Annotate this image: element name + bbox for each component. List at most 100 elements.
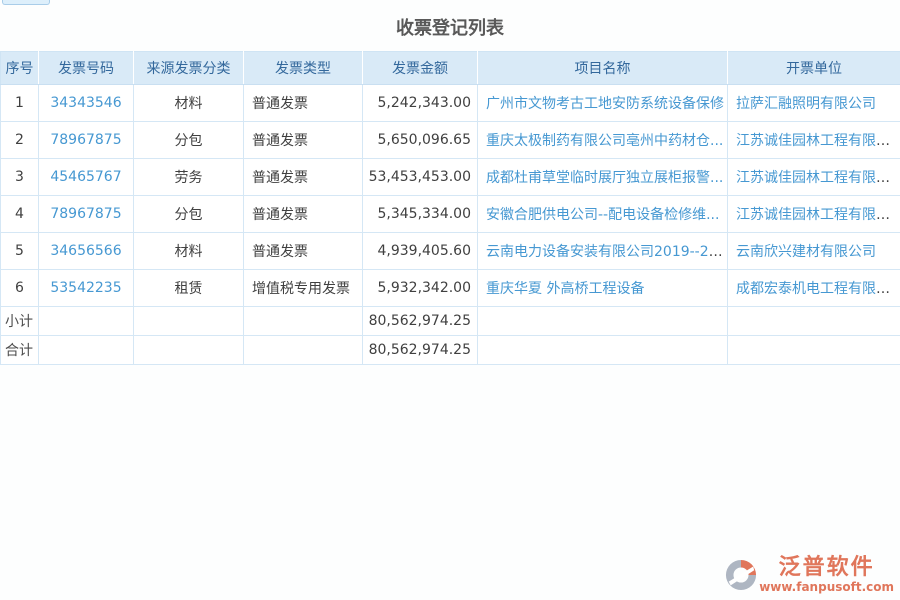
project-name-link[interactable]: 重庆太极制药有限公司亳州中药材仓... (486, 133, 723, 149)
receipt-registration-page: 收票登记列表 序号发票号码来源发票分类发票类型发票金额项目名称开票单位 1343… (0, 0, 900, 600)
cell-source-category: 材料 (134, 233, 244, 270)
cell-source-category: 分包 (134, 196, 244, 233)
cell-invoice-amount: 5,650,096.65 (363, 122, 478, 159)
invoice-number-link[interactable]: 34343546 (50, 95, 121, 111)
invoicing-unit-link[interactable]: 江苏诚佳园林工程有限公司 (736, 133, 900, 149)
cell-source-category: 租赁 (134, 270, 244, 307)
invoice-number-link[interactable]: 78967875 (50, 132, 121, 148)
project-name-link[interactable]: 广州市文物考古工地安防系统设备保修 (486, 96, 724, 112)
table-body: 134343546材料普通发票5,242,343.00广州市文物考古工地安防系统… (1, 85, 900, 365)
cell-invoice-number: 45465767 (39, 159, 134, 196)
subtotal-empty-cell (39, 307, 134, 336)
cell-source-category: 分包 (134, 122, 244, 159)
cell-index: 4 (1, 196, 39, 233)
watermark-text: 泛普软件 www.fanpusoft.com (759, 556, 894, 594)
cell-invoice-number: 34343546 (39, 85, 134, 122)
header-row: 序号发票号码来源发票分类发票类型发票金额项目名称开票单位 (1, 52, 900, 85)
cell-invoice-type: 普通发票 (244, 159, 363, 196)
cell-project-name: 安徽合肥供电公司--配电设备检修维... (478, 196, 728, 233)
cell-invoice-amount: 5,242,343.00 (363, 85, 478, 122)
invoicing-unit-link[interactable]: 成都宏泰机电工程有限公司 (736, 281, 900, 297)
project-name-link[interactable]: 重庆华夏 外高桥工程设备 (486, 281, 644, 297)
cell-invoice-amount: 53,453,453.00 (363, 159, 478, 196)
cell-invoicing-unit: 云南欣兴建材有限公司 (728, 233, 900, 270)
cell-index: 6 (1, 270, 39, 307)
subtotal-amount: 80,562,974.25 (363, 307, 478, 336)
cell-index: 5 (1, 233, 39, 270)
subtotal-empty-cell (478, 307, 728, 336)
fanpu-watermark: 泛普软件 www.fanpusoft.com (725, 556, 894, 594)
total-row: 合计 80,562,974.25 (1, 336, 900, 365)
table-row: 1 34343546 材料普通发票5,242,343.00 广州市文物考古工地安防系统… (1, 85, 900, 122)
cell-project-name: 云南电力设备安装有限公司2019--20... (478, 233, 728, 270)
cell-invoice-type: 普通发票 (244, 196, 363, 233)
col-header-invoice-number: 发票号码 (39, 52, 134, 85)
cell-invoice-type: 增值税专用发票 (244, 270, 363, 307)
invoice-number-link[interactable]: 34656566 (50, 243, 121, 259)
cell-invoice-number: 78967875 (39, 122, 134, 159)
total-empty-cell (244, 336, 363, 365)
cell-invoice-number: 53542235 (39, 270, 134, 307)
table-row: 4 78967875 分包普通发票5,345,334.00 安徽合肥供电公司--配电设… (1, 196, 900, 233)
cell-project-name: 重庆华夏 外高桥工程设备 (478, 270, 728, 307)
total-empty-cell (728, 336, 900, 365)
cell-project-name: 成都杜甫草堂临时展厅独立展柜报警... (478, 159, 728, 196)
cell-index: 1 (1, 85, 39, 122)
subtotal-label: 小计 (1, 307, 39, 336)
cell-invoice-type: 普通发票 (244, 233, 363, 270)
cell-invoicing-unit: 江苏诚佳园林工程有限公司 (728, 159, 900, 196)
page-title: 收票登记列表 (0, 0, 900, 51)
total-amount: 80,562,974.25 (363, 336, 478, 365)
cell-invoice-number: 34656566 (39, 233, 134, 270)
table-row: 3 45465767 劳务普通发票53,453,453.00 成都杜甫草堂临时展厅独立… (1, 159, 900, 196)
watermark-url: www.fanpusoft.com (759, 580, 894, 594)
top-tab-fragment (2, 0, 50, 5)
subtotal-empty-cell (728, 307, 900, 336)
col-header-invoicing-unit: 开票单位 (728, 52, 900, 85)
invoice-number-link[interactable]: 78967875 (50, 206, 121, 222)
invoicing-unit-link[interactable]: 江苏诚佳园林工程有限公司 (736, 170, 900, 186)
total-label: 合计 (1, 336, 39, 365)
col-header-invoice-amount: 发票金额 (363, 52, 478, 85)
table-row: 6 53542235 租赁增值税专用发票5,932,342.00 重庆华夏 外高桥工程… (1, 270, 900, 307)
table-row: 2 78967875 分包普通发票5,650,096.65 重庆太极制药有限公司亳州中… (1, 122, 900, 159)
col-header-source-category: 来源发票分类 (134, 52, 244, 85)
cell-invoice-type: 普通发票 (244, 122, 363, 159)
total-empty-cell (39, 336, 134, 365)
table-header: 序号发票号码来源发票分类发票类型发票金额项目名称开票单位 (1, 52, 900, 85)
invoice-number-link[interactable]: 53542235 (50, 280, 121, 296)
receipt-table: 序号发票号码来源发票分类发票类型发票金额项目名称开票单位 1 34343546 材料… (0, 51, 900, 365)
cell-index: 3 (1, 159, 39, 196)
cell-invoice-type: 普通发票 (244, 85, 363, 122)
invoicing-unit-link[interactable]: 江苏诚佳园林工程有限公司 (736, 207, 900, 223)
invoice-number-link[interactable]: 45465767 (50, 169, 121, 185)
cell-source-category: 材料 (134, 85, 244, 122)
cell-invoice-amount: 5,932,342.00 (363, 270, 478, 307)
total-empty-cell (134, 336, 244, 365)
total-empty-cell (478, 336, 728, 365)
cell-source-category: 劳务 (134, 159, 244, 196)
fanpu-logo-icon (725, 559, 757, 591)
cell-invoice-amount: 5,345,334.00 (363, 196, 478, 233)
col-header-index: 序号 (1, 52, 39, 85)
cell-invoice-amount: 4,939,405.60 (363, 233, 478, 270)
cell-project-name: 广州市文物考古工地安防系统设备保修 (478, 85, 728, 122)
invoicing-unit-link[interactable]: 云南欣兴建材有限公司 (736, 244, 876, 260)
col-header-invoice-type: 发票类型 (244, 52, 363, 85)
subtotal-row: 小计 80,562,974.25 (1, 307, 900, 336)
cell-invoicing-unit: 江苏诚佳园林工程有限公司 (728, 196, 900, 233)
subtotal-empty-cell (244, 307, 363, 336)
cell-index: 2 (1, 122, 39, 159)
col-header-project-name: 项目名称 (478, 52, 728, 85)
table-row: 5 34656566 材料普通发票4,939,405.60 云南电力设备安装有限公司2… (1, 233, 900, 270)
project-name-link[interactable]: 云南电力设备安装有限公司2019--20... (486, 244, 728, 260)
cell-invoice-number: 78967875 (39, 196, 134, 233)
project-name-link[interactable]: 成都杜甫草堂临时展厅独立展柜报警... (486, 170, 723, 186)
watermark-brand: 泛普软件 (779, 556, 875, 580)
cell-invoicing-unit: 拉萨汇融照明有限公司 (728, 85, 900, 122)
cell-project-name: 重庆太极制药有限公司亳州中药材仓... (478, 122, 728, 159)
invoicing-unit-link[interactable]: 拉萨汇融照明有限公司 (736, 96, 876, 112)
cell-invoicing-unit: 成都宏泰机电工程有限公司 (728, 270, 900, 307)
project-name-link[interactable]: 安徽合肥供电公司--配电设备检修维... (486, 207, 719, 223)
subtotal-empty-cell (134, 307, 244, 336)
